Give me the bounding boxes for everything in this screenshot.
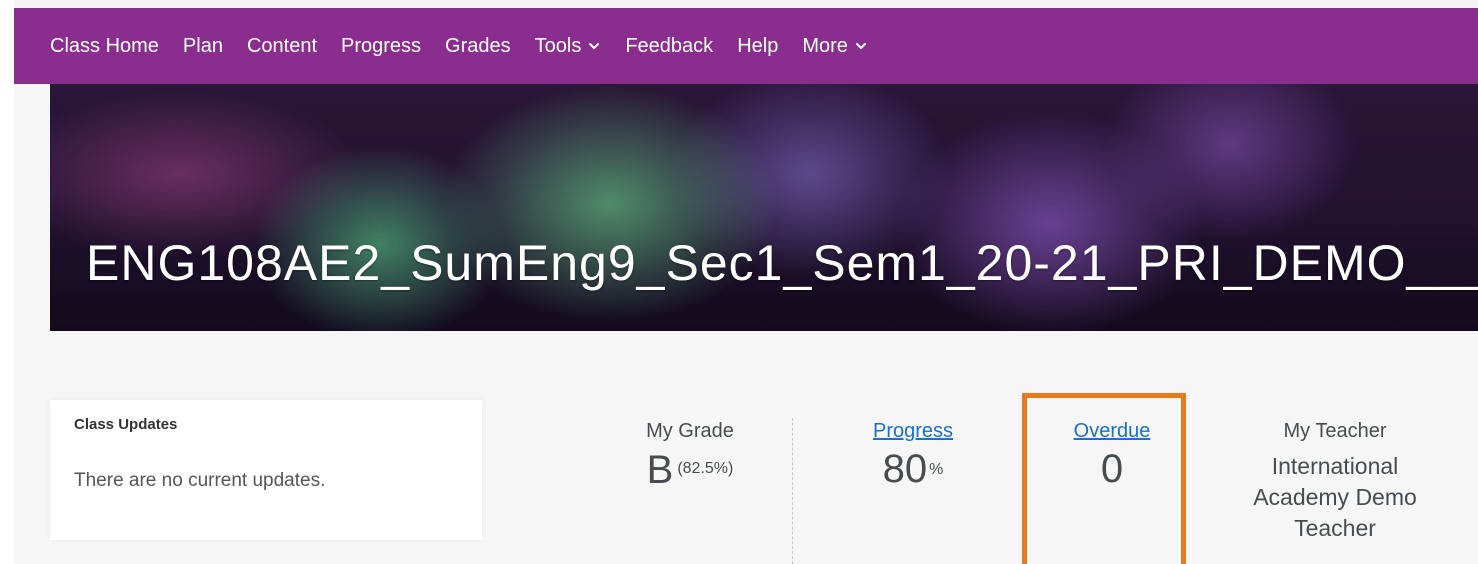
nav-plan-label: Plan <box>182 34 223 57</box>
nav-content[interactable]: Content <box>247 35 317 58</box>
progress-value: 80% <box>843 447 983 492</box>
nav-plan[interactable]: Plan <box>183 35 223 58</box>
nav-grades[interactable]: Grades <box>445 35 511 58</box>
nav-help[interactable]: Help <box>737 35 778 58</box>
my-grade-percent: (82.5%) <box>677 460 734 477</box>
nav-feedback-label: Feedback <box>625 34 714 57</box>
class-updates-widget: Class Updates There are no current updat… <box>50 400 482 540</box>
my-grade-letter: B <box>646 448 674 492</box>
nav-tools-label: Tools <box>534 34 582 57</box>
nav-help-label: Help <box>737 34 779 57</box>
nav-grades-label: Grades <box>445 34 511 57</box>
progress-stat: Progress 80% <box>843 420 983 492</box>
teacher-name-line: Teacher <box>1294 515 1376 541</box>
progress-link[interactable]: Progress <box>843 420 983 443</box>
my-grade-stat: My Grade B (82.5%) <box>620 420 760 492</box>
nav-progress-label: Progress <box>341 34 422 57</box>
page-left-margin <box>0 0 14 564</box>
my-teacher-stat: My Teacher International Academy Demo Te… <box>1230 420 1440 544</box>
nav-class-home-label: Class Home <box>50 34 159 57</box>
chevron-down-icon <box>589 43 600 50</box>
teacher-name-line: International <box>1271 453 1399 479</box>
stat-divider <box>792 418 793 564</box>
nav-progress[interactable]: Progress <box>341 35 421 58</box>
course-banner: ENG108AE2_SumEng9_Sec1_Sem1_20-21_PRI_DE… <box>50 84 1478 331</box>
nav-more[interactable]: More <box>802 35 868 58</box>
teacher-name: International Academy Demo Teacher <box>1230 451 1440 544</box>
overdue-stat: Overdue 0 <box>1042 420 1182 491</box>
class-updates-message: There are no current updates. <box>74 470 326 491</box>
course-navbar: Class Home Plan Content Progress Grades … <box>14 8 1478 84</box>
nav-more-label: More <box>802 34 848 57</box>
course-title: ENG108AE2_SumEng9_Sec1_Sem1_20-21_PRI_DE… <box>86 235 1478 291</box>
my-grade-value: B (82.5%) <box>620 447 760 492</box>
chevron-down-icon <box>855 43 866 50</box>
nav-feedback[interactable]: Feedback <box>625 35 713 58</box>
nav-tools[interactable]: Tools <box>535 35 602 58</box>
overdue-value: 0 <box>1100 447 1124 491</box>
nav-content-label: Content <box>246 34 318 57</box>
progress-unit: % <box>929 461 944 478</box>
progress-number: 80 <box>882 447 928 491</box>
overdue-link[interactable]: Overdue <box>1042 420 1182 443</box>
nav-class-home[interactable]: Class Home <box>50 35 159 58</box>
class-updates-title: Class Updates <box>74 416 178 433</box>
my-teacher-label: My Teacher <box>1283 420 1387 442</box>
teacher-name-line: Academy Demo <box>1253 484 1417 510</box>
my-grade-label: My Grade <box>646 420 734 442</box>
